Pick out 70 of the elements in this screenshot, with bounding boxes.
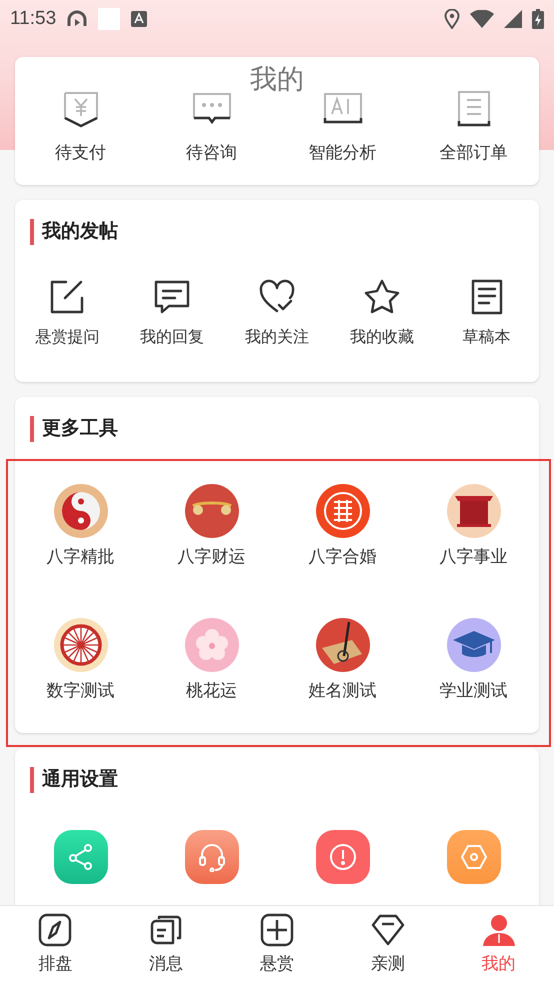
battery-charging-icon — [532, 9, 544, 29]
order-label: 待咨询 — [186, 142, 237, 164]
tool-item[interactable]: 八字财运 — [146, 484, 277, 570]
brush-scroll-icon — [316, 618, 370, 672]
headphone-play-icon — [66, 9, 88, 29]
tab-button[interactable]: 消息 — [110, 913, 222, 977]
tool-label: 八字合婚 — [308, 546, 376, 568]
share-icon[interactable] — [54, 830, 108, 884]
section-title: 更多工具 — [42, 416, 118, 441]
page-title: 我的 — [249, 63, 305, 96]
alert-icon[interactable] — [316, 830, 370, 884]
tool-label: 桃花运 — [186, 680, 237, 702]
tool-item[interactable]: 桃花运 — [146, 618, 277, 703]
status-time: 11:53 — [10, 6, 56, 31]
section-title: 我的发帖 — [42, 220, 118, 244]
section-marker — [30, 767, 34, 793]
plus-icon — [260, 913, 294, 948]
gate-icon — [446, 484, 500, 538]
post-menu-label: 草稿本 — [462, 328, 511, 348]
section-marker — [30, 219, 34, 245]
wifi-icon — [470, 10, 494, 28]
hexagon-nut-icon[interactable] — [446, 830, 500, 884]
tool-item[interactable]: 八字合婚 — [277, 484, 408, 570]
post-menu-item[interactable]: 草稿本 — [434, 278, 539, 350]
post-menu-item[interactable]: 我的关注 — [224, 278, 330, 350]
post-menu-item[interactable]: 我的收藏 — [329, 278, 434, 350]
tool-label: 学业测试 — [440, 680, 508, 702]
tool-item[interactable]: 学业测试 — [408, 618, 539, 703]
order-label: 全部订单 — [440, 142, 508, 164]
post-menu-item[interactable]: 我的回复 — [120, 278, 225, 350]
order-button[interactable]: 待支付 — [15, 90, 146, 165]
chat-icon — [153, 278, 192, 316]
order-label: 待支付 — [55, 142, 106, 164]
tab-button[interactable]: 悬赏 — [222, 913, 332, 977]
double-happiness-icon — [316, 484, 370, 538]
post-menu-label: 我的收藏 — [350, 328, 414, 348]
post-menu-label: 悬赏提问 — [35, 328, 100, 348]
tool-label: 八字事业 — [440, 546, 508, 568]
tool-label: 姓名测试 — [308, 680, 376, 702]
order-button[interactable]: 全部订单 — [408, 90, 539, 165]
post-menu-label: 我的关注 — [244, 328, 309, 348]
star-icon — [362, 278, 401, 316]
tool-item[interactable]: 数字测试 — [15, 618, 146, 703]
tool-item[interactable]: 姓名测试 — [277, 618, 408, 703]
person-icon — [482, 913, 516, 948]
yin-yang-icon — [54, 484, 108, 538]
post-menu-label: 我的回复 — [140, 328, 204, 348]
post-menu-item[interactable]: 悬赏提问 — [15, 278, 120, 350]
headset-icon[interactable] — [184, 830, 238, 884]
signal-icon — [504, 10, 522, 28]
compass-icon — [38, 913, 72, 948]
tab-button[interactable]: 我的 — [443, 913, 554, 977]
tab-button[interactable]: 排盘 — [0, 913, 111, 977]
ornament-icon — [184, 484, 238, 538]
tool-label: 数字测试 — [46, 680, 114, 702]
section-title: 通用设置 — [42, 768, 118, 792]
blank-square-icon — [98, 8, 120, 30]
keyboard-a-icon — [130, 10, 148, 28]
graduation-cap-icon — [446, 618, 500, 672]
tool-item[interactable]: 八字精批 — [15, 484, 146, 570]
order-label: 智能分析 — [308, 142, 376, 164]
tool-label: 八字精批 — [46, 546, 114, 568]
location-icon — [444, 9, 460, 29]
tool-label: 八字财运 — [178, 546, 246, 568]
gem-icon — [370, 913, 405, 948]
tool-item[interactable]: 八字事业 — [408, 484, 539, 570]
blossom-icon — [184, 618, 238, 672]
tab-button[interactable]: 亲测 — [332, 913, 444, 977]
wheel-icon — [54, 618, 108, 672]
section-marker — [30, 416, 34, 442]
